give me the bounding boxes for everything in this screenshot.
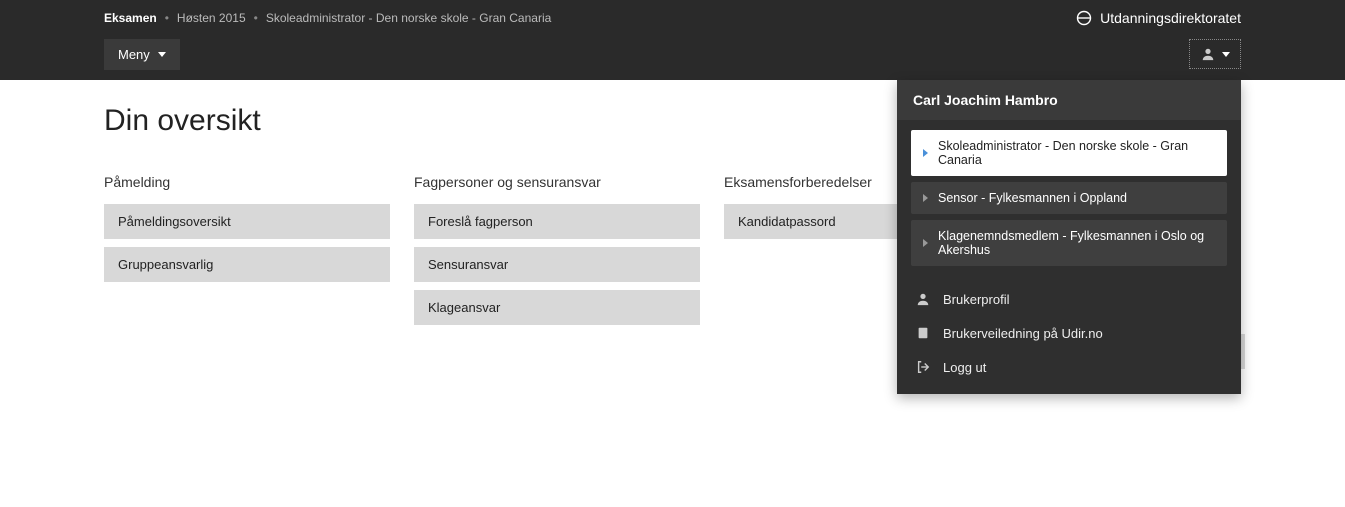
menu-button[interactable]: Meny xyxy=(104,39,180,70)
brand-text: Utdanningsdirektoratet xyxy=(1100,10,1241,26)
document-icon xyxy=(915,325,931,341)
role-label: Klagenemndsmedlem - Fylkesmannen i Oslo … xyxy=(938,229,1215,257)
dropdown-link-logout[interactable]: Logg ut xyxy=(897,350,1241,384)
dropdown-roles: Skoleadministrator - Den norske skole - … xyxy=(897,120,1241,276)
dropdown-link-label: Brukerveiledning på Udir.no xyxy=(943,326,1103,341)
nav-link-pameldingsoversikt[interactable]: Påmeldingsoversikt xyxy=(104,204,390,239)
role-item-klagenemndsmedlem[interactable]: Klagenemndsmedlem - Fylkesmannen i Oslo … xyxy=(911,220,1227,266)
nav-link-gruppeansvarlig[interactable]: Gruppeansvarlig xyxy=(104,247,390,282)
header-top: Eksamen • Høsten 2015 • Skoleadministrat… xyxy=(0,0,1345,36)
dropdown-link-label: Logg ut xyxy=(943,360,986,375)
user-icon xyxy=(915,291,931,307)
header-bottom: Meny xyxy=(0,36,1345,80)
dropdown-link-brukerprofil[interactable]: Brukerprofil xyxy=(897,282,1241,316)
dropdown-username: Carl Joachim Hambro xyxy=(897,80,1241,120)
dropdown-link-brukerveiledning[interactable]: Brukerveiledning på Udir.no xyxy=(897,316,1241,350)
user-button-wrap xyxy=(1189,39,1241,69)
breadcrumb: Eksamen • Høsten 2015 • Skoleadministrat… xyxy=(104,11,551,25)
chevron-down-icon xyxy=(158,52,166,57)
menu-button-label: Meny xyxy=(118,47,150,62)
nav-link-foresla-fagperson[interactable]: Foreslå fagperson xyxy=(414,204,700,239)
role-item-sensor[interactable]: Sensor - Fylkesmannen i Oppland xyxy=(911,182,1227,214)
brand: Utdanningsdirektoratet xyxy=(1076,10,1241,26)
nav-link-klageansvar[interactable]: Klageansvar xyxy=(414,290,700,325)
chevron-down-icon xyxy=(1222,52,1230,57)
breadcrumb-separator: • xyxy=(254,11,258,25)
nav-link-sensuransvar[interactable]: Sensuransvar xyxy=(414,247,700,282)
column-pamelding: Påmelding Påmeldingsoversikt Gruppeansva… xyxy=(104,174,390,333)
dropdown-link-label: Brukerprofil xyxy=(943,292,1009,307)
breadcrumb-item[interactable]: Eksamen xyxy=(104,11,157,25)
breadcrumb-separator: • xyxy=(165,11,169,25)
column-title: Påmelding xyxy=(104,174,390,190)
role-label: Sensor - Fylkesmannen i Oppland xyxy=(938,191,1127,205)
dropdown-links: Brukerprofil Brukerveiledning på Udir.no… xyxy=(897,276,1241,394)
role-item-skoleadministrator[interactable]: Skoleadministrator - Den norske skole - … xyxy=(911,130,1227,176)
role-label: Skoleadministrator - Den norske skole - … xyxy=(938,139,1215,167)
breadcrumb-item[interactable]: Høsten 2015 xyxy=(177,11,246,25)
column-fagpersoner: Fagpersoner og sensuransvar Foreslå fagp… xyxy=(414,174,700,333)
user-menu-button[interactable] xyxy=(1189,39,1241,69)
caret-right-icon xyxy=(923,194,928,202)
caret-right-icon xyxy=(923,239,928,247)
user-icon xyxy=(1200,46,1216,62)
app-header: Eksamen • Høsten 2015 • Skoleadministrat… xyxy=(0,0,1345,80)
breadcrumb-item[interactable]: Skoleadministrator - Den norske skole - … xyxy=(266,11,551,25)
logout-icon xyxy=(915,359,931,375)
caret-right-icon xyxy=(923,149,928,157)
column-title: Fagpersoner og sensuransvar xyxy=(414,174,700,190)
user-dropdown: Carl Joachim Hambro Skoleadministrator -… xyxy=(897,80,1241,394)
brand-logo-icon xyxy=(1076,10,1092,26)
